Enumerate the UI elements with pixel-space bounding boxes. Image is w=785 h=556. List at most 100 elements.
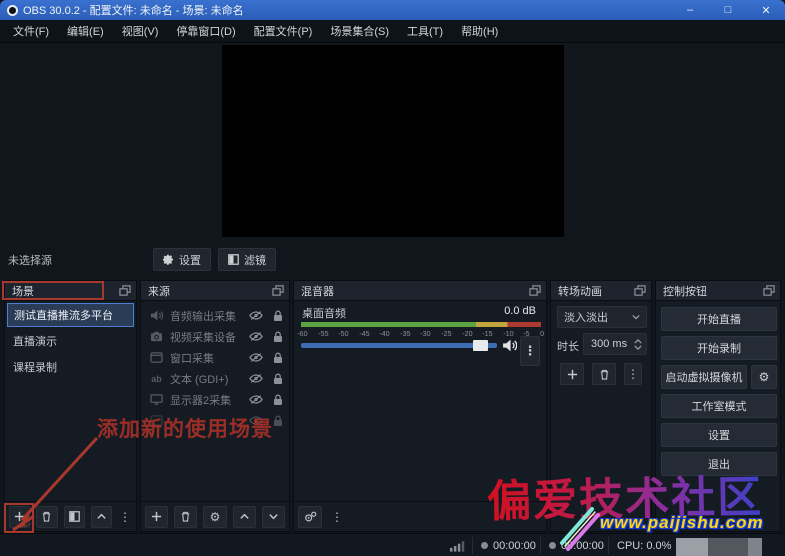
stream-status-dot-icon: [481, 542, 488, 549]
duration-spinner[interactable]: 300 ms: [583, 333, 647, 355]
popout-icon[interactable]: [529, 285, 541, 296]
source-label: 音频输出采集: [170, 308, 249, 324]
add-source-button[interactable]: [145, 506, 168, 528]
fader-handle[interactable]: [473, 340, 488, 351]
transition-properties-button[interactable]: ⋮: [624, 363, 642, 385]
remove-source-button[interactable]: [174, 506, 197, 528]
source-row[interactable]: 视频采集设备: [141, 326, 289, 347]
mixer-channel-menu-button[interactable]: ⋮: [520, 336, 540, 366]
scene-item[interactable]: 课程录制: [7, 355, 134, 379]
window-title: OBS 30.0.2 - 配置文件: 未命名 - 场景: 未命名: [23, 2, 244, 18]
source-row[interactable]: 音频输出采集: [141, 305, 289, 326]
menu-tools[interactable]: 工具(T): [398, 20, 452, 42]
sources-dock-header[interactable]: 来源: [141, 281, 289, 301]
minimize-button[interactable]: –: [671, 0, 709, 20]
volume-fader[interactable]: [301, 343, 497, 348]
menu-docks[interactable]: 停靠窗口(D): [167, 20, 244, 42]
lock-icon[interactable]: [273, 331, 283, 343]
stream-time: 00:00:00: [481, 534, 536, 556]
virtual-camera-settings-button[interactable]: ⚙: [751, 365, 777, 389]
source-label: 文本 (GDI+): [170, 371, 249, 387]
obs-window: OBS 30.0.2 - 配置文件: 未命名 - 场景: 未命名 – □ ✕ 文…: [0, 0, 785, 556]
menu-profile[interactable]: 配置文件(P): [245, 20, 322, 42]
move-source-up-button[interactable]: [233, 506, 256, 528]
transitions-dock-header[interactable]: 转场动画: [551, 281, 651, 301]
trash-icon: [41, 511, 52, 522]
menu-view[interactable]: 视图(V): [113, 20, 168, 42]
double-gear-icon: [304, 511, 317, 523]
scene-more-button[interactable]: ⋮: [118, 506, 132, 528]
studio-mode-button[interactable]: 工作室模式: [661, 394, 777, 418]
menu-scene-collection[interactable]: 场景集合(S): [321, 20, 398, 42]
title-bar[interactable]: OBS 30.0.2 - 配置文件: 未命名 - 场景: 未命名 – □ ✕: [0, 0, 785, 20]
maximize-button[interactable]: □: [709, 0, 747, 20]
transitions-dock-title: 转场动画: [558, 283, 602, 299]
scene-item[interactable]: 直播演示: [7, 329, 134, 353]
eye-slash-icon[interactable]: [249, 310, 263, 321]
window-icon: [149, 352, 164, 363]
eye-slash-icon[interactable]: [249, 373, 263, 384]
cpu-usage: CPU: 0.0%: [617, 534, 671, 556]
status-bar: 00:00:00 00:00:00 CPU: 0.0%: [0, 533, 785, 556]
monitor-icon: [149, 394, 164, 405]
start-virtual-camera-button[interactable]: 启动虚拟摄像机: [661, 365, 747, 389]
transition-selected-value: 淡入淡出: [564, 309, 608, 325]
start-recording-button[interactable]: 开始录制: [661, 336, 777, 360]
source-label: 显示器2采集: [170, 392, 249, 408]
controls-dock-header[interactable]: 控制按钮: [656, 281, 780, 301]
annotation-box-scenes-title: [2, 281, 104, 300]
eye-slash-icon[interactable]: [249, 394, 263, 405]
transition-select[interactable]: 淡入淡出: [557, 306, 647, 328]
duration-label: 时长: [557, 338, 579, 354]
chevron-down-icon[interactable]: [634, 345, 642, 350]
lock-icon[interactable]: [273, 310, 283, 322]
popout-icon[interactable]: [272, 285, 284, 296]
scenes-dock: 场景 测试直播推流多平台 直播演示 课程录制 ⋮: [4, 280, 137, 532]
popout-icon[interactable]: [763, 285, 775, 296]
sources-dock: 来源 音频输出采集 视频采集设备 窗口采集: [140, 280, 290, 532]
menu-help[interactable]: 帮助(H): [452, 20, 507, 42]
eye-slash-icon[interactable]: [249, 352, 263, 363]
move-scene-up-button[interactable]: [91, 506, 112, 528]
mixer-dock-header[interactable]: 混音器: [294, 281, 546, 301]
scene-item[interactable]: 测试直播推流多平台: [7, 303, 134, 327]
remove-transition-button[interactable]: [592, 363, 616, 385]
source-filters-button[interactable]: 滤镜: [218, 248, 276, 271]
preview-canvas[interactable]: [222, 45, 564, 237]
meter-ticks: -60-55-50-45-40-35-30-25-20-15-10-50: [297, 329, 544, 338]
add-transition-button[interactable]: [560, 363, 584, 385]
settings-button[interactable]: 设置: [661, 423, 777, 447]
pencil-cursor-icon: [548, 503, 603, 555]
menu-edit[interactable]: 编辑(E): [58, 20, 113, 42]
source-row[interactable]: ab 文本 (GDI+): [141, 368, 289, 389]
advanced-audio-button[interactable]: [298, 506, 322, 528]
menu-bar: 文件(F) 编辑(E) 视图(V) 停靠窗口(D) 配置文件(P) 场景集合(S…: [0, 20, 785, 43]
close-button[interactable]: ✕: [747, 0, 785, 20]
mixer-more-button[interactable]: ⋮: [328, 506, 346, 528]
lock-icon[interactable]: [273, 352, 283, 364]
annotation-box-add-scene: [4, 503, 34, 533]
speaker-icon[interactable]: [502, 339, 517, 352]
source-properties-button[interactable]: ⚙: [203, 506, 226, 528]
censor-block: [708, 538, 748, 556]
lock-icon[interactable]: [273, 373, 283, 385]
move-source-down-button[interactable]: [262, 506, 285, 528]
source-row[interactable]: 窗口采集: [141, 347, 289, 368]
chevron-up-icon[interactable]: [634, 339, 642, 344]
mixer-dock-title: 混音器: [301, 283, 334, 299]
annotation-text: 添加新的使用场景: [97, 413, 327, 443]
source-row[interactable]: 显示器2采集: [141, 389, 289, 410]
lock-icon[interactable]: [273, 394, 283, 406]
popout-icon[interactable]: [634, 285, 646, 296]
scene-filters-button[interactable]: [64, 506, 85, 528]
menu-file[interactable]: 文件(F): [4, 20, 58, 42]
eye-slash-icon[interactable]: [249, 331, 263, 342]
camera-icon: [149, 331, 164, 342]
start-streaming-button[interactable]: 开始直播: [661, 307, 777, 331]
obs-logo-icon: [7, 5, 18, 16]
remove-scene-button[interactable]: [36, 506, 57, 528]
source-settings-button[interactable]: 设置: [153, 248, 211, 271]
popout-icon[interactable]: [119, 285, 131, 296]
censor-block: [676, 538, 708, 556]
chevron-up-icon: [239, 511, 250, 522]
